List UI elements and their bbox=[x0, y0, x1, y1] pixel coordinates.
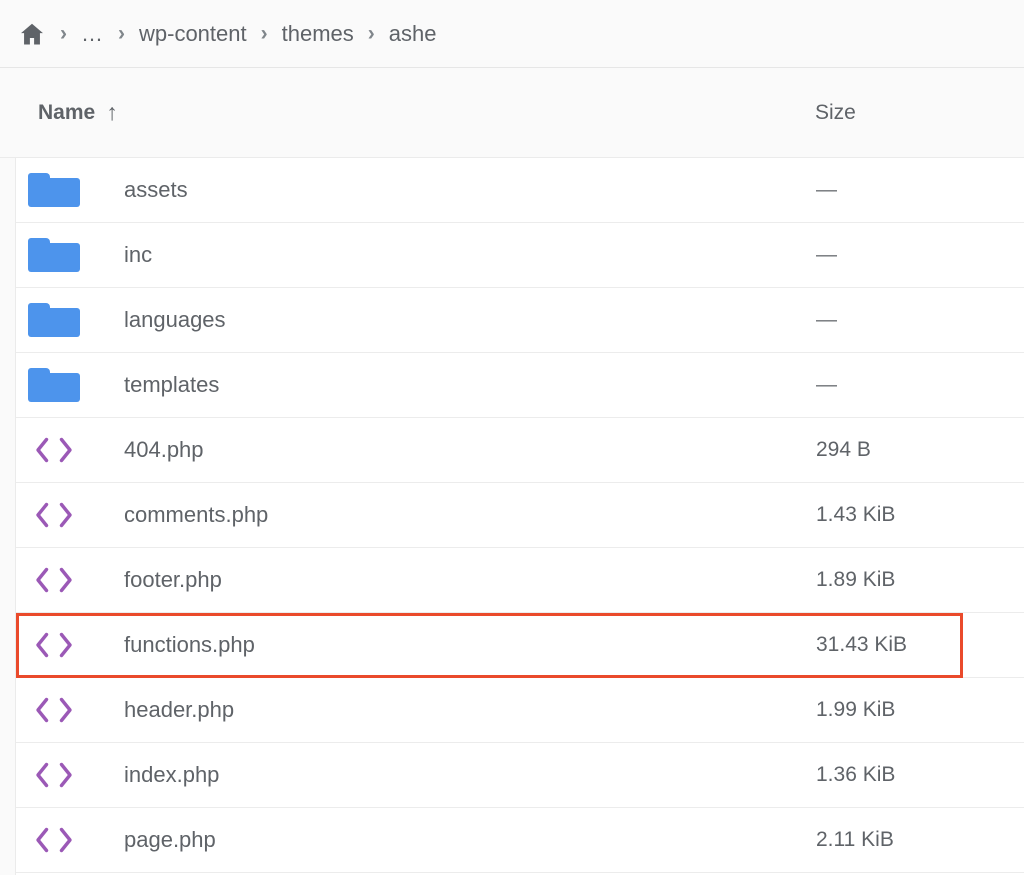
file-size: — bbox=[816, 243, 837, 267]
file-size: — bbox=[816, 373, 837, 397]
breadcrumb-bar: › … › wp-content › themes › ashe bbox=[0, 0, 1024, 68]
file-size: 1.43 KiB bbox=[816, 503, 895, 527]
breadcrumb-separator-3: › bbox=[368, 23, 375, 44]
row-icon-cell bbox=[16, 823, 96, 857]
file-name[interactable]: inc bbox=[124, 242, 152, 268]
code-file-icon bbox=[29, 758, 79, 792]
file-size: — bbox=[816, 178, 837, 202]
table-row[interactable]: inc — bbox=[16, 223, 1024, 288]
table-row[interactable]: assets — bbox=[16, 158, 1024, 223]
file-name[interactable]: header.php bbox=[124, 697, 234, 723]
file-list: assets — inc — languages — templates — 404.php 29… bbox=[15, 158, 1024, 875]
breadcrumb-item-themes[interactable]: themes bbox=[282, 23, 354, 45]
column-header-size[interactable]: Size bbox=[815, 101, 856, 125]
breadcrumb-item-ellipsis[interactable]: … bbox=[81, 23, 104, 45]
folder-icon bbox=[28, 173, 80, 207]
sort-ascending-icon: ↑ bbox=[106, 101, 118, 124]
code-file-icon bbox=[29, 823, 79, 857]
home-icon[interactable] bbox=[18, 20, 46, 48]
code-file-icon bbox=[29, 563, 79, 597]
file-name[interactable]: functions.php bbox=[124, 632, 255, 658]
row-icon-cell bbox=[16, 563, 96, 597]
table-row[interactable]: index.php 1.36 KiB bbox=[16, 743, 1024, 808]
table-column-headers: Name ↑ Size bbox=[0, 68, 1024, 158]
table-row[interactable]: languages — bbox=[16, 288, 1024, 353]
code-file-icon bbox=[29, 498, 79, 532]
row-icon-cell bbox=[16, 368, 96, 402]
breadcrumb-separator-0: › bbox=[60, 23, 67, 44]
file-size: 1.36 KiB bbox=[816, 763, 895, 787]
file-name[interactable]: languages bbox=[124, 307, 226, 333]
code-file-icon bbox=[29, 433, 79, 467]
row-icon-cell bbox=[16, 758, 96, 792]
row-icon-cell bbox=[16, 628, 96, 662]
file-name[interactable]: index.php bbox=[124, 762, 219, 788]
file-name[interactable]: 404.php bbox=[124, 437, 204, 463]
file-size: — bbox=[816, 308, 837, 332]
table-row[interactable]: header.php 1.99 KiB bbox=[16, 678, 1024, 743]
file-name[interactable]: templates bbox=[124, 372, 219, 398]
row-icon-cell bbox=[16, 238, 96, 272]
breadcrumb: › … › wp-content › themes › ashe bbox=[18, 20, 437, 48]
folder-icon bbox=[28, 238, 80, 272]
row-icon-cell bbox=[16, 303, 96, 337]
table-row[interactable]: functions.php 31.43 KiB bbox=[16, 613, 1024, 678]
code-file-icon bbox=[29, 628, 79, 662]
file-name[interactable]: page.php bbox=[124, 827, 216, 853]
table-row[interactable]: 404.php 294 B bbox=[16, 418, 1024, 483]
file-size: 31.43 KiB bbox=[816, 633, 907, 657]
table-row[interactable]: comments.php 1.43 KiB bbox=[16, 483, 1024, 548]
file-name[interactable]: comments.php bbox=[124, 502, 268, 528]
folder-icon bbox=[28, 303, 80, 337]
table-row[interactable]: page.php 2.11 KiB bbox=[16, 808, 1024, 873]
breadcrumb-separator-1: › bbox=[118, 23, 125, 44]
column-header-name[interactable]: Name ↑ bbox=[38, 101, 118, 125]
table-row[interactable]: footer.php 1.89 KiB bbox=[16, 548, 1024, 613]
file-size: 1.99 KiB bbox=[816, 698, 895, 722]
folder-icon bbox=[28, 368, 80, 402]
column-header-name-label: Name bbox=[38, 101, 95, 125]
row-icon-cell bbox=[16, 173, 96, 207]
file-name[interactable]: assets bbox=[124, 177, 188, 203]
file-name[interactable]: footer.php bbox=[124, 567, 222, 593]
breadcrumb-separator-2: › bbox=[261, 23, 268, 44]
row-icon-cell bbox=[16, 498, 96, 532]
code-file-icon bbox=[29, 693, 79, 727]
file-size: 1.89 KiB bbox=[816, 568, 895, 592]
table-row[interactable]: templates — bbox=[16, 353, 1024, 418]
row-icon-cell bbox=[16, 693, 96, 727]
row-icon-cell bbox=[16, 433, 96, 467]
breadcrumb-item-wp-content[interactable]: wp-content bbox=[139, 23, 247, 45]
file-size: 2.11 KiB bbox=[816, 828, 894, 852]
breadcrumb-item-ashe[interactable]: ashe bbox=[389, 23, 437, 45]
file-size: 294 B bbox=[816, 438, 871, 462]
